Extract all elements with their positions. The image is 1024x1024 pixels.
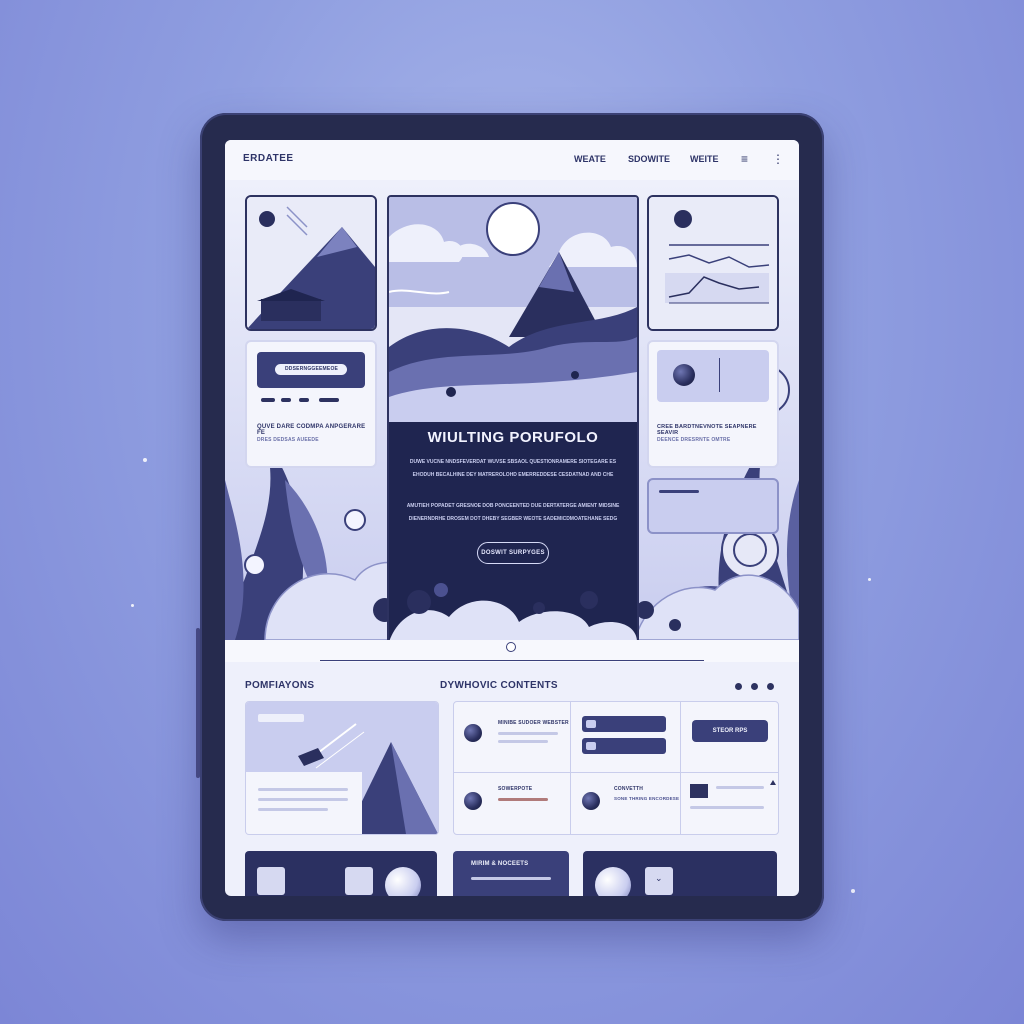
carousel-dot[interactable] <box>767 683 774 690</box>
carousel-dot[interactable] <box>735 683 742 690</box>
tile-square <box>257 867 285 895</box>
right-small-bar <box>659 490 699 493</box>
hero-cta-button[interactable]: DOSWIT SURPYGES <box>477 542 549 564</box>
hero-title: WIULTING PORUFOLO <box>427 429 599 446</box>
tablet-screen: ERDATEE WEATE SDOWITE WEITE ≡ ⋮ DDSERNGG… <box>225 140 799 896</box>
dynamic-content-grid: MINIBE SUDOER WEBSTER STEOR RPS SOWERPOT… <box>453 701 779 835</box>
right-chart-card <box>647 195 779 331</box>
left-dark-control: DDSERNGGEEMEOE <box>257 352 365 388</box>
caption-line <box>258 808 328 811</box>
hero-paragraph-line: DIENERNDRHE DROSEM DOT DHEBY SEGBER WEOT… <box>408 516 618 522</box>
tile-ball-icon <box>385 867 421 896</box>
portfolio-card[interactable] <box>245 701 439 835</box>
media-divider <box>719 358 720 392</box>
hero-landscape-illustration <box>389 197 637 422</box>
chevron-down-icon: ⌄ <box>655 873 663 883</box>
left-progress-bars <box>257 396 365 404</box>
portfolio-section-title: POMFIAYONS <box>245 680 315 691</box>
progress-segment <box>261 398 275 402</box>
sparkle-decoration <box>131 604 134 607</box>
item-2-line <box>498 798 548 801</box>
left-control-pill[interactable]: DDSERNGGEEMEOE <box>275 364 347 375</box>
nav-link-1[interactable]: WEATE <box>574 154 606 164</box>
nav-link-2[interactable]: SDOWITE <box>628 154 670 164</box>
item-4-line <box>690 806 764 809</box>
hero-paragraph-line: DUWE VUCNE NNDSFEVERDAT WUVSE SBSAOL QUE… <box>409 459 617 465</box>
top-navigation: ERDATEE WEATE SDOWITE WEITE ≡ ⋮ <box>225 140 799 181</box>
item-2-title[interactable]: SOWERPOTE <box>498 786 532 792</box>
nav-link-3[interactable]: WEITE <box>690 154 719 164</box>
hero-bubbles-illustration <box>389 583 637 642</box>
item-1-title[interactable]: MINIBE SUDOER WEBSTER <box>498 720 569 726</box>
more-icon[interactable]: ⋮ <box>772 152 784 166</box>
bottom-card-left[interactable] <box>245 851 437 896</box>
portfolio-caption-box <box>246 772 362 834</box>
media-ball-icon <box>673 364 695 386</box>
sparkle-decoration <box>143 458 147 462</box>
right-card-subtext: DEENCE DRESRNTE OMTRE <box>657 437 731 443</box>
item-avatar-icon <box>582 792 600 810</box>
sparkle-decoration <box>851 889 855 893</box>
hero-paragraph-line: AMUTIEH POPADET GRESNOE DOB PONCEENTED D… <box>406 503 620 509</box>
progress-segment <box>281 398 291 402</box>
item-3-title[interactable]: CONVETTH <box>614 786 643 792</box>
toggle-knob <box>586 720 596 728</box>
progress-segment <box>319 398 339 402</box>
hero-paragraph-1: DUWE VUCNE NNDSFEVERDAT WUVSE SBSAOL QUE… <box>389 459 637 478</box>
grid-divider <box>454 772 778 773</box>
left-illustration-card <box>245 195 377 331</box>
item-1-line <box>498 740 548 743</box>
bottom-middle-line <box>471 877 551 880</box>
mountain-house-illustration <box>247 197 375 329</box>
bottom-card-right[interactable]: ⌄ <box>583 851 777 896</box>
tablet-frame: ERDATEE WEATE SDOWITE WEITE ≡ ⋮ DDSERNGG… <box>200 113 824 921</box>
brand-logo[interactable]: ERDATEE <box>243 153 294 164</box>
hero-panel: WIULTING PORUFOLO DUWE VUCNE NNDSFEVERDA… <box>387 195 639 644</box>
section-divider <box>225 640 799 662</box>
divider-line <box>320 660 704 661</box>
item-avatar-icon <box>464 792 482 810</box>
tile-ball-icon <box>595 867 631 896</box>
store-button[interactable]: STEOR RPS <box>692 720 768 742</box>
right-media-block <box>657 350 769 402</box>
bottom-middle-label: MIRIM & NOCEETS <box>471 861 529 867</box>
carousel-dot[interactable] <box>751 683 758 690</box>
item-2-toggle-group <box>582 716 666 760</box>
hamburger-icon[interactable]: ≡ <box>741 152 748 166</box>
left-card-heading: QUVE DARE CODMPA ANPGERARE FE <box>257 424 366 436</box>
grid-divider <box>570 702 571 834</box>
toggle-knob <box>586 742 596 750</box>
caption-line <box>258 788 348 791</box>
right-small-card <box>647 478 779 534</box>
caret-up-icon[interactable] <box>770 780 776 785</box>
right-info-card: CREE BARDTNEVNOTE SEAPNERE SEAVIR DEENCE… <box>647 340 779 468</box>
item-thumbnail <box>690 784 708 798</box>
caption-line <box>258 798 348 801</box>
toggle-row[interactable] <box>582 716 666 732</box>
dynamic-contents-title: DYWHOVIC CONTENTS <box>440 680 558 691</box>
left-control-label: DDSERNGGEEMEOE <box>285 366 339 372</box>
item-1-line <box>498 732 558 735</box>
item-avatar-icon <box>464 724 482 742</box>
sparkle-decoration <box>868 578 871 581</box>
divider-handle-icon[interactable] <box>506 642 516 652</box>
tile-square <box>345 867 373 895</box>
grid-divider <box>680 702 681 834</box>
hero-paragraph-2: AMUTIEH POPADET GRESNOE DOB PONCEENTED D… <box>389 503 637 522</box>
left-info-card: DDSERNGGEEMEOE QUVE DARE CODMPA ANPGERAR… <box>245 340 377 468</box>
left-card-subtext: DRES DEDSAS AUEEDE <box>257 437 319 443</box>
bottom-card-middle[interactable]: MIRIM & NOCEETS <box>453 851 569 896</box>
progress-segment <box>299 398 309 402</box>
hero-paragraph-line: EHODUH BECALHINE DEY MATREROLOHD EMERRED… <box>412 472 614 478</box>
item-4-line <box>716 786 764 789</box>
mini-chart-illustration <box>649 197 777 329</box>
item-3-subtitle: SONE THRING ENCORDESE <box>614 796 680 801</box>
right-card-heading: CREE BARDTNEVNOTE SEAPNERE SEAVIR <box>657 424 757 436</box>
toggle-row[interactable] <box>582 738 666 754</box>
